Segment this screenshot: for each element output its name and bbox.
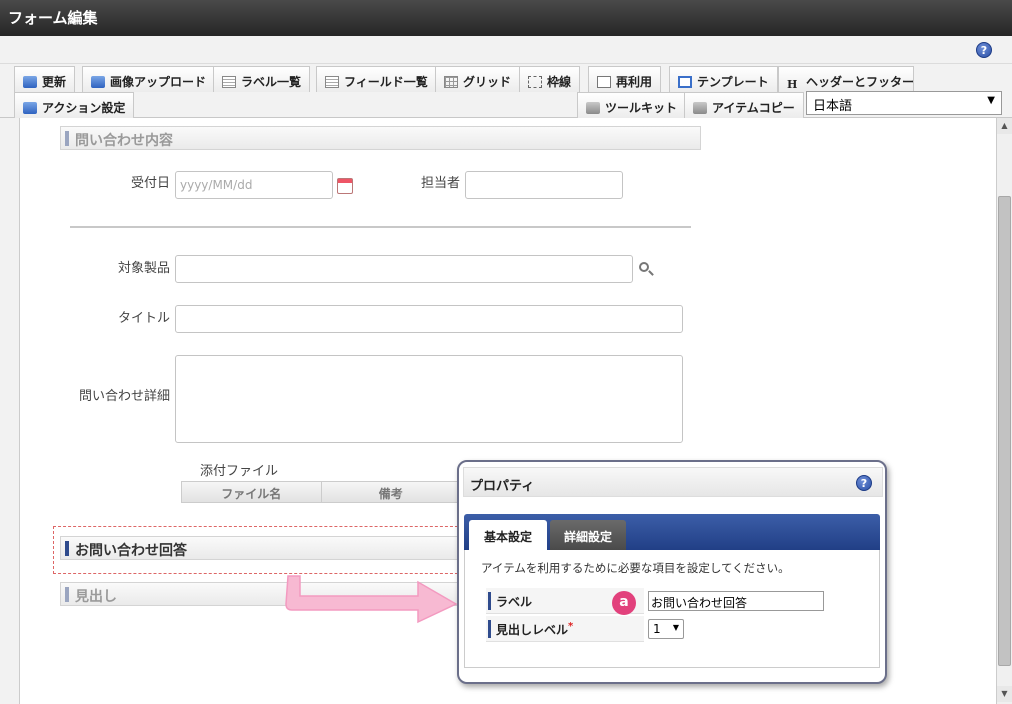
search-icon[interactable]	[639, 262, 649, 272]
template-icon	[678, 76, 692, 88]
annotation-badge: a	[612, 591, 636, 615]
image-icon	[91, 76, 105, 88]
scroll-thumb[interactable]	[998, 196, 1011, 666]
detail-label: 問い合わせ詳細	[78, 389, 170, 404]
property-tabs: 基本設定 詳細設定	[464, 514, 880, 551]
border-button[interactable]: 枠線	[519, 66, 581, 92]
help-icon[interactable]: ?	[976, 42, 992, 58]
help-bar: ?	[0, 36, 1012, 64]
heading-icon: H	[787, 78, 798, 91]
calendar-icon[interactable]	[337, 178, 353, 194]
image-upload-button[interactable]: 画像アップロード	[82, 66, 216, 92]
action-icon	[23, 102, 37, 114]
section-heading-answer[interactable]: お問い合わせ回答	[60, 536, 460, 560]
template-button[interactable]: テンプレート	[669, 66, 778, 92]
divider	[70, 226, 691, 228]
tab-detail-settings[interactable]: 詳細設定	[550, 520, 626, 550]
attachment-label: 添付ファイル	[200, 464, 279, 479]
document-icon	[597, 76, 611, 88]
title-input[interactable]	[175, 305, 683, 333]
language-select[interactable]: 日本語 ▼	[806, 91, 1002, 115]
assignee-input[interactable]	[465, 171, 623, 199]
update-button[interactable]: 更新	[14, 66, 76, 92]
property-title: プロパティ	[463, 467, 883, 497]
section-heading-inquiry[interactable]: 問い合わせ内容	[60, 126, 701, 150]
label-row: ラベル お問い合わせ回答	[486, 588, 860, 614]
column-remarks: 備考	[320, 482, 461, 502]
update-icon	[23, 76, 37, 88]
header-footer-button[interactable]: H ヘッダーとフッター	[778, 66, 914, 92]
copy-icon	[693, 102, 707, 114]
label-list-button[interactable]: ラベル一覧	[213, 66, 311, 92]
grid-button[interactable]: グリッド	[435, 66, 521, 92]
field-list-button[interactable]: フィールド一覧	[316, 66, 437, 92]
product-input[interactable]	[175, 255, 633, 283]
toolkit-button[interactable]: ツールキット	[577, 92, 687, 118]
list-icon	[222, 76, 236, 88]
reuse-button[interactable]: 再利用	[588, 66, 662, 92]
dropdown-arrow-icon: ▼	[987, 95, 995, 106]
toolkit-icon	[586, 102, 600, 114]
scroll-down-icon[interactable]: ▼	[997, 686, 1012, 702]
property-body: アイテムを利用するために必要な項目を設定してください。 ラベル お問い合わせ回答…	[464, 550, 880, 668]
dropdown-arrow-icon: ▼	[672, 623, 679, 632]
vertical-scrollbar[interactable]: ▲ ▼	[996, 118, 1012, 704]
detail-textarea[interactable]	[175, 355, 683, 443]
attachment-table-header: ファイル名 備考	[181, 481, 461, 503]
tab-basic-settings[interactable]: 基本設定	[469, 520, 547, 551]
title-label: タイトル	[117, 311, 170, 326]
required-mark: *	[568, 621, 574, 632]
label-input[interactable]: お問い合わせ回答	[648, 591, 824, 611]
pointer-arrow	[285, 575, 458, 624]
item-copy-button[interactable]: アイテムコピー	[684, 92, 804, 118]
heading-level-name: 見出しレベル*	[486, 616, 642, 642]
grid-icon	[444, 76, 458, 88]
heading-level-select[interactable]: 1 ▼	[648, 619, 684, 639]
left-gutter	[0, 118, 20, 704]
reception-date-label: 受付日	[130, 176, 170, 191]
property-dialog: プロパティ ? 基本設定 詳細設定 アイテムを利用するために必要な項目を設定して…	[457, 460, 887, 684]
list-icon	[325, 76, 339, 88]
border-icon	[528, 76, 542, 88]
property-description: アイテムを利用するために必要な項目を設定してください。	[481, 561, 790, 575]
column-filename: ファイル名	[221, 487, 282, 501]
product-label: 対象製品	[117, 261, 170, 276]
help-icon[interactable]: ?	[856, 475, 872, 491]
assignee-label: 担当者	[420, 176, 460, 191]
heading-level-row: 見出しレベル* 1 ▼	[486, 616, 860, 642]
reception-date-input[interactable]: yyyy/MM/dd	[175, 171, 333, 199]
window-title: フォーム編集	[0, 0, 1012, 36]
action-settings-button[interactable]: アクション設定	[14, 92, 135, 118]
scroll-up-icon[interactable]: ▲	[997, 118, 1012, 134]
